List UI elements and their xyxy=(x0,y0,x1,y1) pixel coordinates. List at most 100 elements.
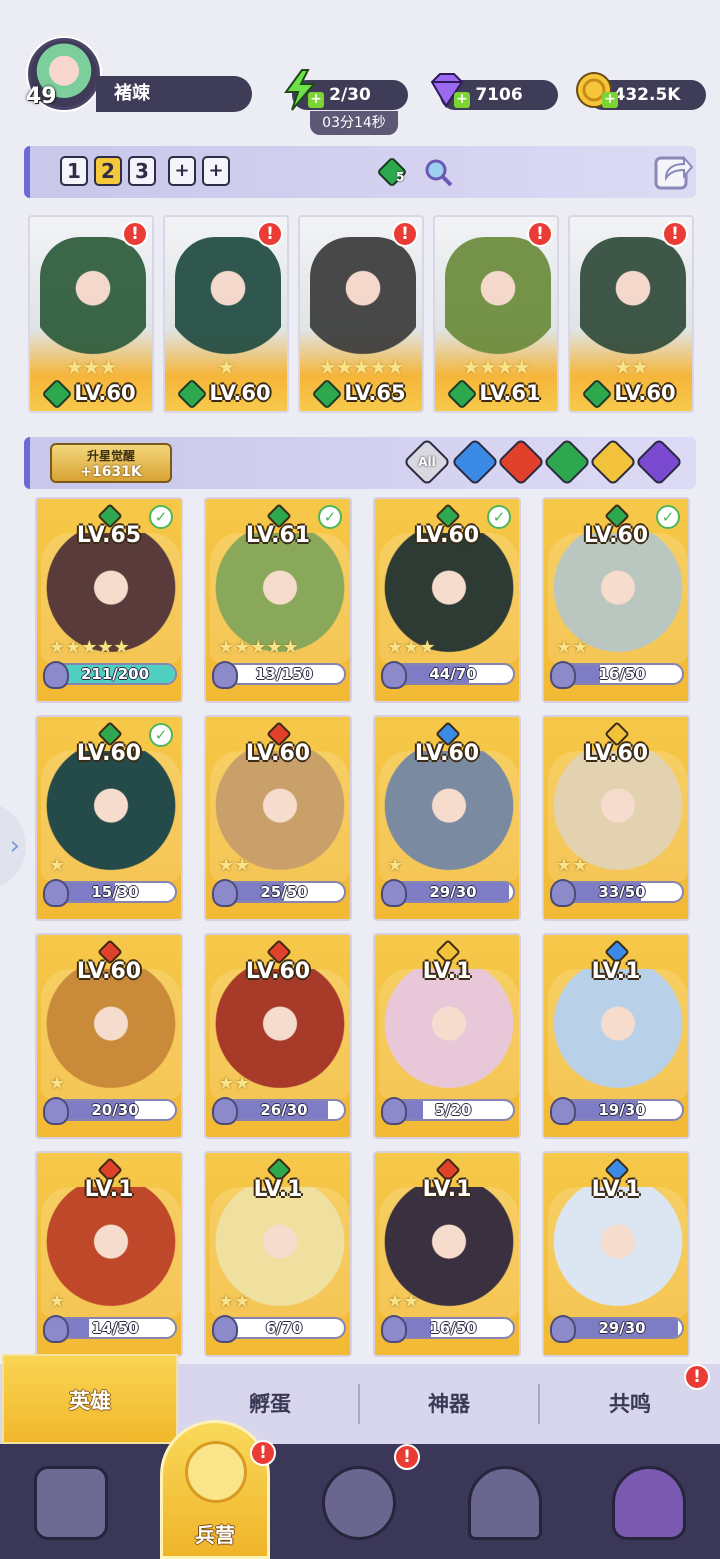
hero-portrait xyxy=(310,237,416,365)
search-icon[interactable] xyxy=(422,156,454,188)
map-alert-badge: ! xyxy=(394,1444,420,1470)
shard-count: 26/30 xyxy=(260,1101,308,1119)
filter-water-button[interactable] xyxy=(450,437,500,487)
shard-count: 25/50 xyxy=(260,883,308,901)
shard-progress: 25/50 xyxy=(222,881,346,903)
hero-card[interactable]: LV.60 ★ 20/30 xyxy=(35,933,183,1139)
nav-barracks[interactable]: 兵营 xyxy=(160,1420,270,1559)
slot-alert-badge: ! xyxy=(527,221,553,247)
tab-artifacts[interactable]: 神器 xyxy=(360,1364,538,1444)
hero-level: LV.60 xyxy=(414,741,480,766)
hero-card[interactable]: LV.60 ★★ 26/30 xyxy=(204,933,352,1139)
hero-card[interactable]: LV.1 ★★ 16/50 xyxy=(373,1151,521,1357)
filter-all-button[interactable]: All xyxy=(402,437,452,487)
hero-card[interactable]: ✓ LV.65 ★★★★★ 211/200 xyxy=(35,497,183,703)
hero-card[interactable]: ✓ LV.60 ★ 15/30 xyxy=(35,715,183,921)
hero-portrait xyxy=(40,237,146,365)
shard-progress: 16/50 xyxy=(560,663,684,685)
awaken-chip[interactable]: 升星觉醒 +1631K xyxy=(50,443,172,483)
shard-icon xyxy=(212,1097,238,1125)
shard-icon xyxy=(43,879,69,907)
hero-card[interactable]: LV.60 ★ 29/30 xyxy=(373,715,521,921)
add-team-button-2[interactable]: + xyxy=(202,156,230,186)
share-icon[interactable] xyxy=(652,150,694,192)
hero-stars: ★ xyxy=(387,855,404,876)
side-panel-toggle[interactable]: › xyxy=(0,802,26,890)
barracks-icon xyxy=(185,1441,247,1503)
add-team-button[interactable]: + xyxy=(168,156,196,186)
shard-progress: 19/30 xyxy=(560,1099,684,1121)
shard-icon xyxy=(550,1097,576,1125)
hero-level: LV.1 xyxy=(591,959,641,984)
nature-element-icon xyxy=(581,378,613,410)
hero-card[interactable]: LV.1 ★ 14/50 xyxy=(35,1151,183,1357)
hero-stars: ★★ xyxy=(614,355,649,379)
nature-element-icon xyxy=(41,378,73,410)
hero-card[interactable]: LV.1 ★★ 6/70 xyxy=(204,1151,352,1357)
hero-card[interactable]: ✓ LV.60 ★★★ 44/70 xyxy=(373,497,521,703)
team-hero-slot[interactable]: ★ LV.60! xyxy=(163,215,289,413)
team-tab-1[interactable]: 1 xyxy=(60,156,88,186)
hero-card[interactable]: LV.60 ★★ 33/50 xyxy=(542,715,690,921)
hero-card[interactable]: LV.60 ★★ 25/50 xyxy=(204,715,352,921)
hero-level: LV.61 xyxy=(245,523,311,548)
tab-heroes[interactable]: 英雄 xyxy=(2,1354,178,1444)
mushroom-icon[interactable] xyxy=(612,1466,686,1540)
hero-card[interactable]: LV.1 19/30 xyxy=(542,933,690,1139)
shard-icon xyxy=(212,1315,238,1343)
hero-card[interactable]: ✓ LV.60 ★★ 16/50 xyxy=(542,497,690,703)
hero-stars: ★★ xyxy=(387,1291,420,1312)
team-tab-2[interactable]: 2 xyxy=(94,156,122,186)
team-hero-slot[interactable]: ★★ LV.60! xyxy=(568,215,694,413)
shard-count: 16/50 xyxy=(598,665,646,683)
awaken-value: +1631K xyxy=(80,464,142,480)
team-hero-slot[interactable]: ★★★★★ LV.65! xyxy=(298,215,424,413)
shard-progress: 29/30 xyxy=(560,1317,684,1339)
awaken-title: 升星觉醒 xyxy=(86,449,135,463)
energy-plus-button[interactable]: + xyxy=(308,92,324,108)
shard-progress: 14/50 xyxy=(53,1317,177,1339)
hero-card[interactable]: LV.1 5/20 xyxy=(373,933,521,1139)
shard-progress: 26/30 xyxy=(222,1099,346,1121)
hero-stars: ★ xyxy=(217,355,236,379)
shard-icon xyxy=(550,1315,576,1343)
gem-plus-button[interactable]: + xyxy=(454,92,470,108)
filter-fire-button[interactable] xyxy=(496,437,546,487)
barracks-alert-badge: ! xyxy=(250,1440,276,1466)
hero-stars: ★★ xyxy=(218,855,251,876)
filter-nature-button[interactable] xyxy=(542,437,592,487)
hero-stars: ★★ xyxy=(556,637,589,658)
castle-icon[interactable] xyxy=(468,1466,542,1540)
map-icon[interactable] xyxy=(322,1466,396,1540)
hero-card[interactable]: LV.1 29/30 xyxy=(542,1151,690,1357)
gold-plus-button[interactable]: + xyxy=(602,92,618,108)
hero-stars: ★★ xyxy=(556,855,589,876)
shard-icon xyxy=(381,879,407,907)
shard-progress: 15/30 xyxy=(53,881,177,903)
nature-element-icon xyxy=(176,378,208,410)
cards-icon[interactable] xyxy=(34,1466,108,1540)
team-hero-slot[interactable]: ★★★★ LV.61! xyxy=(433,215,559,413)
shard-icon xyxy=(43,1097,69,1125)
player-name[interactable]: 褚竦 xyxy=(96,76,252,112)
hero-portrait xyxy=(548,1187,688,1317)
hero-portrait xyxy=(580,237,686,365)
team-tab-3[interactable]: 3 xyxy=(128,156,156,186)
hero-portrait xyxy=(445,237,551,365)
hero-stars: ★★ xyxy=(218,1073,251,1094)
shard-count: 211/200 xyxy=(80,665,150,683)
hero-card[interactable]: ✓ LV.61 ★★★★★ 13/150 xyxy=(204,497,352,703)
team-hero-slot[interactable]: ★★★ LV.60! xyxy=(28,215,154,413)
shard-count: 44/70 xyxy=(429,665,477,683)
hero-level: LV.60 xyxy=(76,741,142,766)
hero-stars: ★★★ xyxy=(65,355,118,379)
hero-portrait xyxy=(548,969,688,1099)
filter-dark-button[interactable] xyxy=(634,437,684,487)
slot-alert-badge: ! xyxy=(122,221,148,247)
shard-count: 13/150 xyxy=(255,665,313,683)
hero-level: LV.60 xyxy=(245,959,311,984)
team-bar: 1 2 3 + + 5 xyxy=(24,146,696,198)
filter-light-button[interactable] xyxy=(588,437,638,487)
shard-count: 5/20 xyxy=(434,1101,472,1119)
hero-level-text: LV.60 xyxy=(74,381,136,405)
